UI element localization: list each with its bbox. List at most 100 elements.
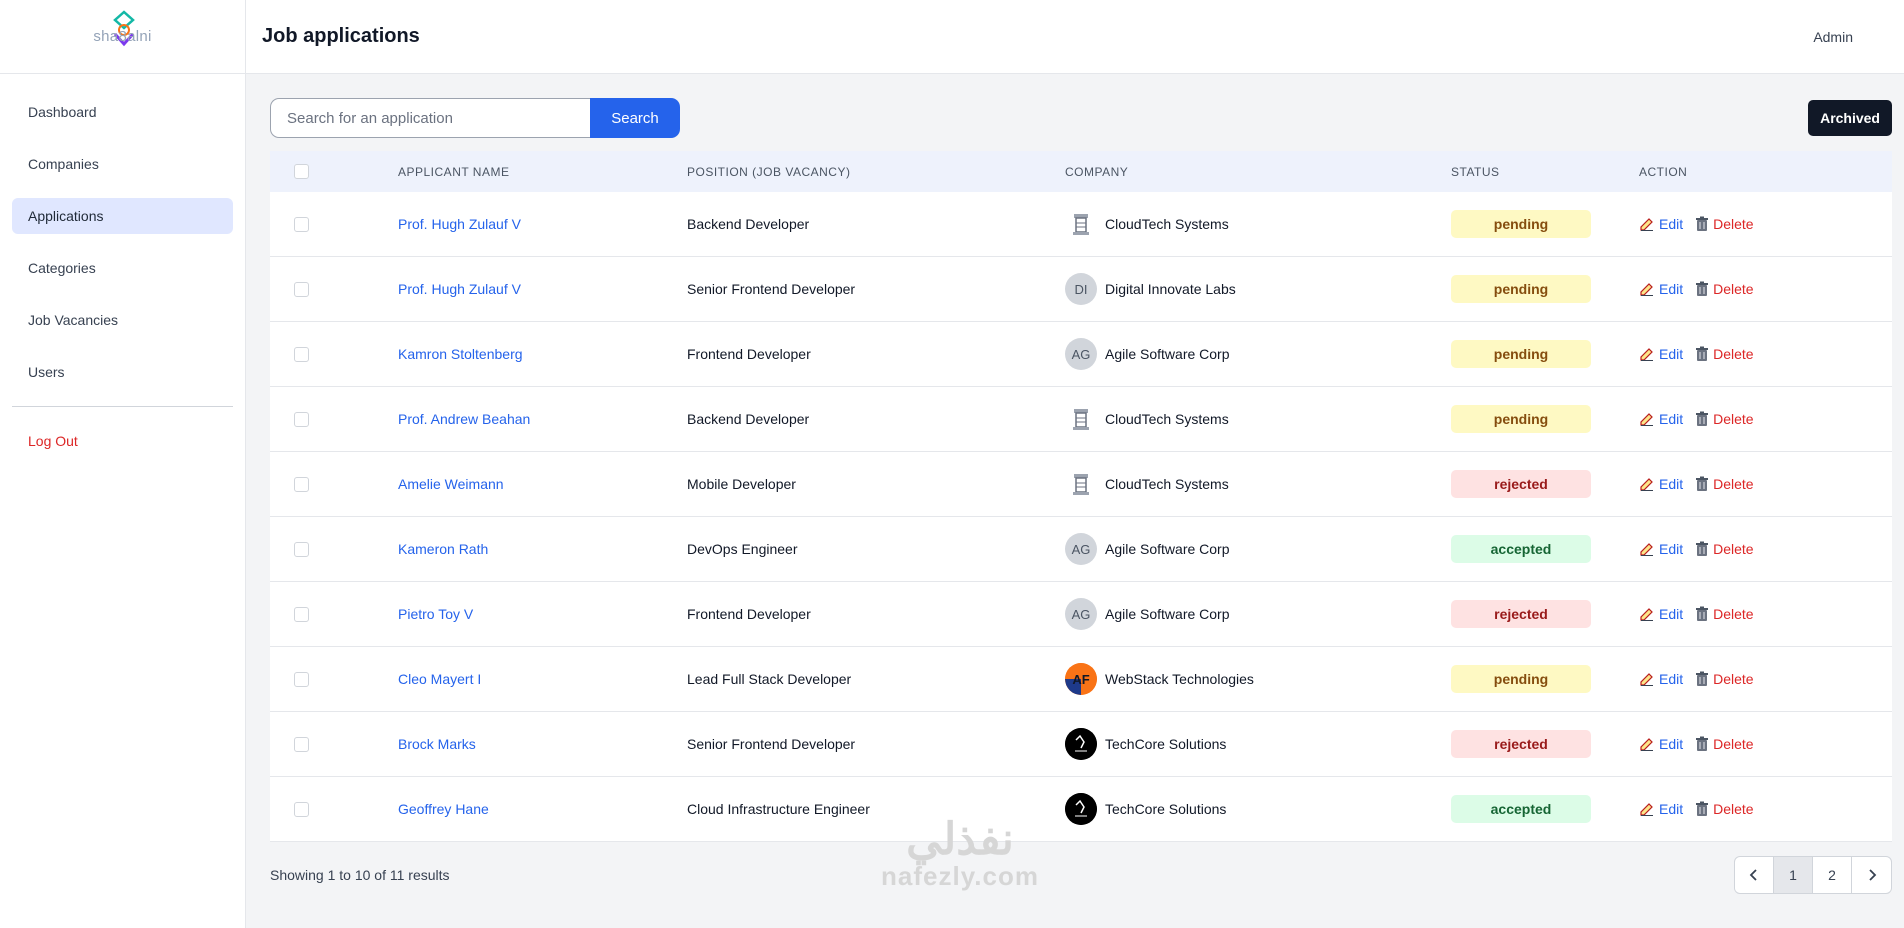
applicant-name-cell: Cleo Mayert I (398, 671, 687, 687)
company-name: Agile Software Corp (1105, 541, 1230, 557)
row-checkbox[interactable] (294, 607, 309, 623)
page-2-button[interactable]: 2 (1813, 857, 1852, 893)
status-badge: rejected (1451, 730, 1591, 758)
edit-button[interactable]: Edit (1639, 801, 1683, 817)
company-logo (1065, 208, 1097, 240)
row-checkbox[interactable] (294, 347, 309, 363)
edit-label: Edit (1659, 346, 1684, 362)
row-checkbox[interactable] (294, 802, 309, 818)
trash-icon (1696, 541, 1709, 556)
row-checkbox[interactable] (294, 542, 309, 558)
applicant-name-link[interactable]: Amelie Weimann (398, 476, 504, 492)
sidebar-item-categories[interactable]: Categories (12, 250, 233, 286)
edit-button[interactable]: Edit (1639, 671, 1683, 687)
delete-button[interactable]: Delete (1695, 476, 1754, 492)
edit-button[interactable]: Edit (1639, 216, 1683, 232)
edit-label: Edit (1659, 736, 1684, 752)
delete-button[interactable]: Delete (1695, 736, 1754, 752)
company-cell: AG Agile Software Corp (1065, 338, 1451, 370)
applicant-name-link[interactable]: Kameron Rath (398, 541, 488, 557)
header-applicant-name: APPLICANT NAME (398, 164, 510, 179)
delete-button[interactable]: Delete (1695, 346, 1754, 362)
applicant-name-link[interactable]: Pietro Toy V (398, 606, 473, 622)
next-page-button[interactable] (1852, 857, 1891, 893)
prev-page-button[interactable] (1735, 857, 1774, 893)
sidebar-item-dashboard[interactable]: Dashboard (12, 94, 233, 130)
status-cell: rejected (1451, 600, 1639, 628)
header-position: POSITION (JOB VACANCY) (687, 164, 851, 179)
edit-button[interactable]: Edit (1639, 476, 1683, 492)
table-row: Prof. Andrew Beahan Backend Developer Clou… (270, 387, 1892, 452)
status-cell: accepted (1451, 535, 1639, 563)
applicant-name-link[interactable]: Kamron Stoltenberg (398, 346, 523, 362)
applicant-name-link[interactable]: Prof. Hugh Zulauf V (398, 281, 521, 297)
edit-icon (1640, 218, 1653, 231)
delete-label: Delete (1713, 281, 1754, 297)
edit-icon (1640, 348, 1653, 361)
status-badge: rejected (1451, 470, 1591, 498)
logo-text: sha8alni (93, 28, 152, 45)
table-row: Kamron Stoltenberg Frontend Developer AG Ag… (270, 322, 1892, 387)
logout-link[interactable]: Log Out (12, 423, 233, 459)
search-button[interactable]: Search (590, 98, 680, 138)
sidebar-item-job-vacancies[interactable]: Job Vacancies (12, 302, 233, 338)
table-row: Kameron Rath DevOps Engineer AG Agile Softw… (270, 517, 1892, 582)
sidebar-item-companies[interactable]: Companies (12, 146, 233, 182)
applicant-name-link[interactable]: Prof. Hugh Zulauf V (398, 216, 521, 232)
sidebar-item-applications[interactable]: Applications (12, 198, 233, 234)
row-checkbox[interactable] (294, 672, 309, 688)
select-all-checkbox[interactable] (294, 164, 309, 180)
edit-label: Edit (1659, 281, 1684, 297)
search-input[interactable] (270, 98, 590, 138)
archived-button[interactable]: Archived (1808, 100, 1892, 136)
delete-button[interactable]: Delete (1695, 541, 1754, 557)
user-menu[interactable]: Admin (1813, 29, 1888, 45)
delete-label: Delete (1713, 736, 1754, 752)
company-cell: DI Digital Innovate Labs (1065, 273, 1451, 305)
row-checkbox[interactable] (294, 217, 309, 233)
logo[interactable]: sha8alni (0, 0, 245, 74)
applicant-name-link[interactable]: Brock Marks (398, 736, 476, 752)
sidebar-item-users[interactable]: Users (12, 354, 233, 390)
status-cell: pending (1451, 340, 1639, 368)
company-cell: AF WebStack Technologies (1065, 663, 1451, 695)
row-checkbox[interactable] (294, 737, 309, 753)
company-cell: CloudTech Systems (1065, 468, 1451, 500)
row-checkbox[interactable] (294, 477, 309, 493)
applicant-name-cell: Geoffrey Hane (398, 801, 687, 817)
edit-button[interactable]: Edit (1639, 736, 1683, 752)
edit-button[interactable]: Edit (1639, 541, 1683, 557)
company-logo (1065, 728, 1097, 760)
delete-button[interactable]: Delete (1695, 801, 1754, 817)
delete-label: Delete (1713, 606, 1754, 622)
action-cell: Edit Delete (1639, 216, 1892, 232)
trash-icon (1696, 736, 1709, 751)
delete-button[interactable]: Delete (1695, 671, 1754, 687)
row-checkbox[interactable] (294, 412, 309, 428)
row-checkbox-cell (270, 216, 398, 233)
page-1-button[interactable]: 1 (1774, 857, 1813, 893)
applicant-name-link[interactable]: Geoffrey Hane (398, 801, 489, 817)
delete-button[interactable]: Delete (1695, 411, 1754, 427)
row-checkbox-cell (270, 736, 398, 753)
status-cell: pending (1451, 210, 1639, 238)
company-name: Agile Software Corp (1105, 346, 1230, 362)
svg-text:AF: AF (1072, 672, 1089, 687)
delete-button[interactable]: Delete (1695, 606, 1754, 622)
applicant-name-link[interactable]: Prof. Andrew Beahan (398, 411, 530, 427)
company-logo (1065, 468, 1097, 500)
edit-button[interactable]: Edit (1639, 606, 1683, 622)
row-checkbox[interactable] (294, 282, 309, 298)
edit-button[interactable]: Edit (1639, 411, 1683, 427)
trash-icon (1696, 476, 1709, 491)
company-name: CloudTech Systems (1105, 476, 1229, 492)
delete-button[interactable]: Delete (1695, 216, 1754, 232)
table-row: Prof. Hugh Zulauf V Backend Developer Clou… (270, 192, 1892, 257)
applicant-name-link[interactable]: Cleo Mayert I (398, 671, 481, 687)
company-initials-avatar: AG (1065, 598, 1097, 630)
row-checkbox-cell (270, 476, 398, 493)
edit-button[interactable]: Edit (1639, 281, 1683, 297)
row-checkbox-cell (270, 606, 398, 623)
delete-button[interactable]: Delete (1695, 281, 1754, 297)
edit-button[interactable]: Edit (1639, 346, 1683, 362)
